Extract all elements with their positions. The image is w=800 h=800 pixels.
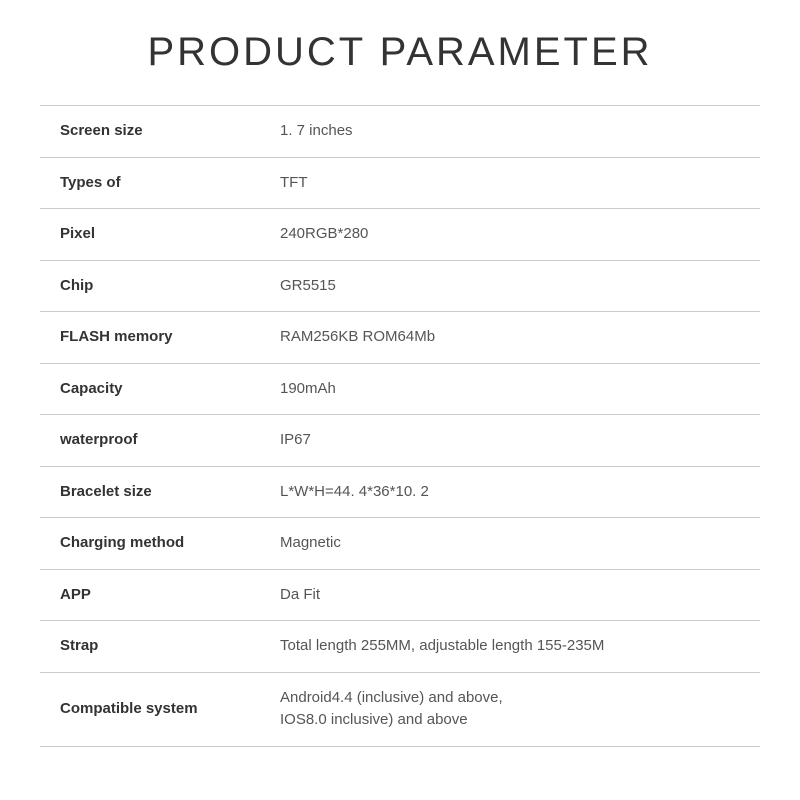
param-label: Screen size: [40, 106, 260, 158]
table-row: Compatible systemAndroid4.4 (inclusive) …: [40, 672, 760, 746]
table-row: Types ofTFT: [40, 157, 760, 209]
table-row: StrapTotal length 255MM, adjustable leng…: [40, 621, 760, 673]
param-value: GR5515: [260, 260, 760, 312]
param-label: Chip: [40, 260, 260, 312]
table-row: Screen size1. 7 inches: [40, 106, 760, 158]
param-value: Total length 255MM, adjustable length 15…: [260, 621, 760, 673]
param-value: IP67: [260, 415, 760, 467]
param-label: waterproof: [40, 415, 260, 467]
table-row: Bracelet sizeL*W*H=44. 4*36*10. 2: [40, 466, 760, 518]
param-value: 1. 7 inches: [260, 106, 760, 158]
param-value: Magnetic: [260, 518, 760, 570]
param-label: Strap: [40, 621, 260, 673]
param-value: Android4.4 (inclusive) and above,IOS8.0 …: [260, 672, 760, 746]
table-row: FLASH memoryRAM256KB ROM64Mb: [40, 312, 760, 364]
page-title: PRODUCT PARAMETER: [147, 30, 652, 75]
param-value: 190mAh: [260, 363, 760, 415]
param-value: 240RGB*280: [260, 209, 760, 261]
table-row: Charging methodMagnetic: [40, 518, 760, 570]
param-label: Pixel: [40, 209, 260, 261]
table-row: ChipGR5515: [40, 260, 760, 312]
param-value: RAM256KB ROM64Mb: [260, 312, 760, 364]
param-label: Bracelet size: [40, 466, 260, 518]
product-parameter-table: Screen size1. 7 inchesTypes ofTFTPixel24…: [40, 105, 760, 747]
param-label: Capacity: [40, 363, 260, 415]
param-label: APP: [40, 569, 260, 621]
table-row: waterproofIP67: [40, 415, 760, 467]
param-value: Da Fit: [260, 569, 760, 621]
table-row: Capacity190mAh: [40, 363, 760, 415]
param-label: Charging method: [40, 518, 260, 570]
param-label: Types of: [40, 157, 260, 209]
param-value: TFT: [260, 157, 760, 209]
table-row: Pixel240RGB*280: [40, 209, 760, 261]
param-label: Compatible system: [40, 672, 260, 746]
param-value: L*W*H=44. 4*36*10. 2: [260, 466, 760, 518]
param-label: FLASH memory: [40, 312, 260, 364]
table-row: APPDa Fit: [40, 569, 760, 621]
